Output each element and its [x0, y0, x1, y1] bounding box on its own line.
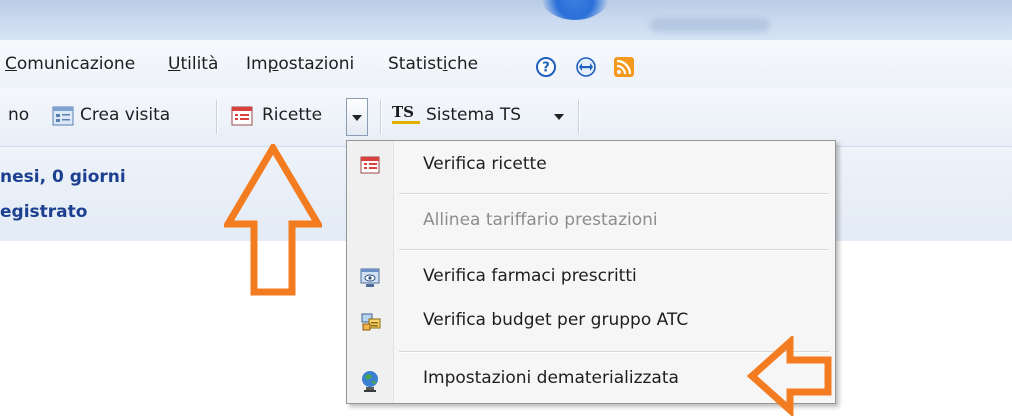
menu-item-verifica-budget[interactable]: Verifica budget per gruppo ATC [347, 301, 835, 341]
ricette-icon [231, 106, 253, 126]
crea-visita-button[interactable]: Crea visita [80, 104, 170, 126]
toolbar-partial-button[interactable]: no [8, 104, 29, 126]
help-icon[interactable]: ? [536, 57, 556, 77]
crea-visita-icon [52, 106, 74, 126]
menu-comunicazione[interactable]: Comunicazione [5, 53, 135, 75]
menu-impostazioni[interactable]: Impostazioni [246, 53, 354, 75]
title-bar [0, 0, 1012, 40]
budget-icon [361, 313, 381, 331]
rss-icon[interactable] [614, 57, 634, 77]
svg-text:?: ? [542, 61, 550, 76]
menu-statistiche[interactable]: Statistiche [388, 53, 478, 75]
arrow-up-annotation [224, 144, 322, 296]
toolbar-separator [380, 100, 382, 134]
sync-icon[interactable] [576, 57, 596, 77]
ricette-button[interactable]: Ricette [262, 104, 322, 126]
sistema-ts-button[interactable]: Sistema TS [426, 104, 521, 126]
menu-item-verifica-ricette[interactable]: Verifica ricette [347, 145, 835, 185]
toolbar-separator [216, 100, 218, 134]
ricette-dropdown-button[interactable] [346, 98, 368, 136]
window-title-blurred [650, 18, 770, 32]
chevron-down-icon [352, 115, 362, 121]
arrow-left-annotation [746, 336, 832, 416]
sistema-ts-icon: TS [392, 104, 422, 126]
app-orb-icon [540, 0, 610, 20]
toolbar: no Crea visita Ricette TS Sistema TS [0, 88, 1012, 147]
info-line-1: nesi, 0 giorni [0, 167, 126, 187]
globe-person-icon [362, 371, 378, 392]
menu-separator [399, 249, 829, 251]
menu-separator [399, 193, 829, 195]
menu-item-allinea-tariffario: Allinea tariffario prestazioni [423, 210, 658, 230]
ricette-icon [360, 156, 380, 174]
menu-bar: Comunicazione Utilità Impostazioni Stati… [0, 40, 1012, 88]
monitor-eye-icon [360, 268, 380, 287]
chevron-down-icon[interactable] [554, 114, 564, 120]
menu-utilita[interactable]: Utilità [168, 53, 218, 75]
toolbar-separator [578, 100, 580, 134]
info-line-2: egistrato [0, 202, 88, 222]
menu-item-verifica-farmaci[interactable]: Verifica farmaci prescritti [347, 257, 835, 297]
